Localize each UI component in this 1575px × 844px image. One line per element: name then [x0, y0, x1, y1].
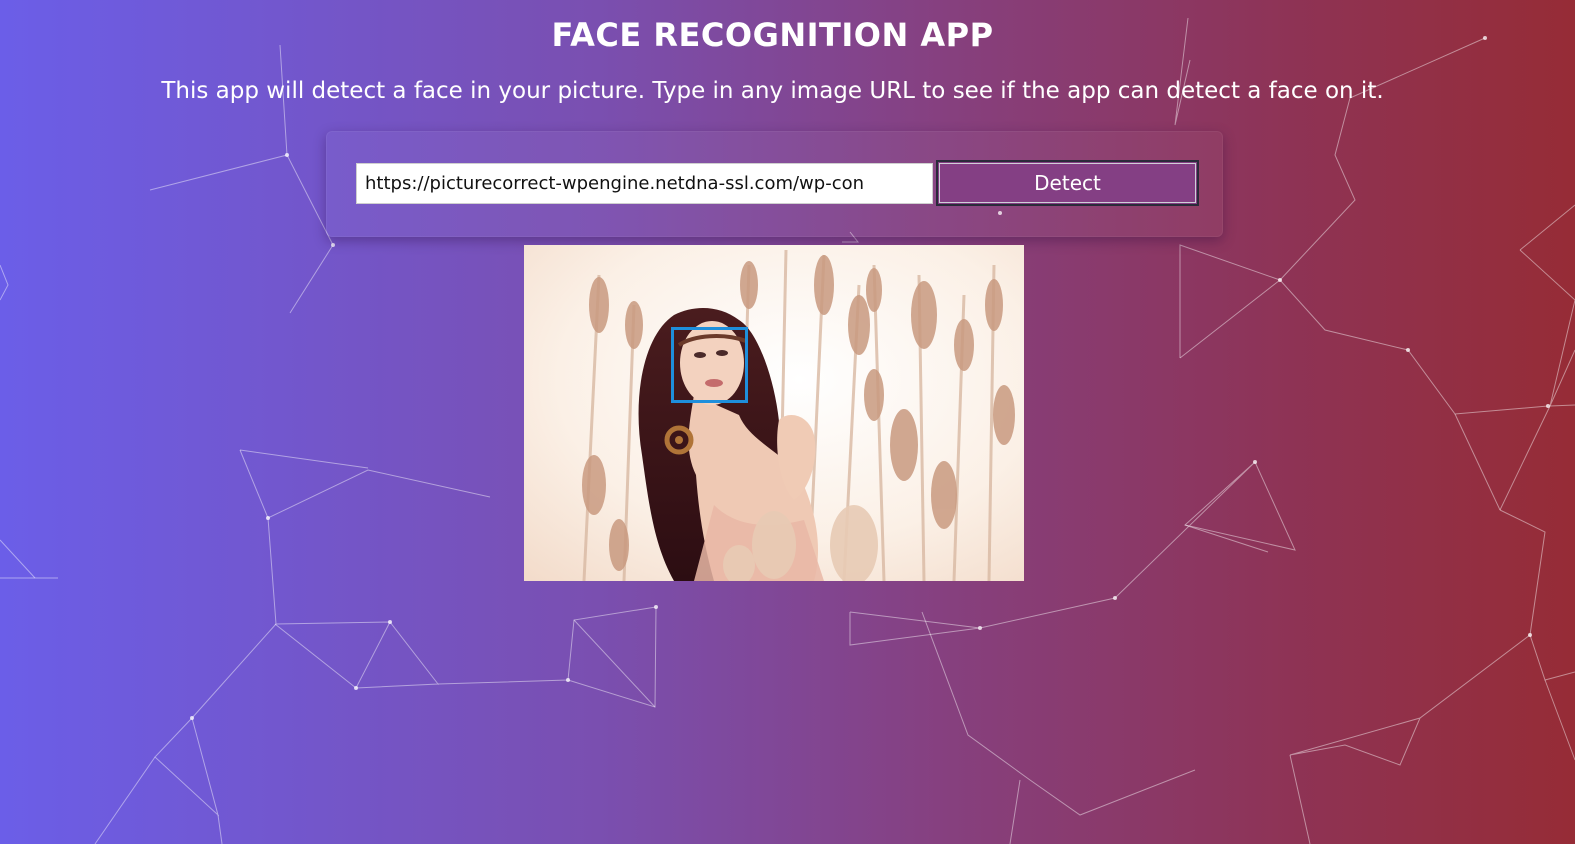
result-image — [524, 245, 1024, 581]
detect-button[interactable]: Detect — [936, 160, 1199, 206]
app-description: This app will detect a face in your pict… — [161, 78, 1384, 104]
app-title: FACE RECOGNITION APP — [551, 16, 994, 54]
face-bounding-box — [671, 327, 748, 403]
image-url-input[interactable] — [356, 163, 933, 204]
woman-in-grass-photo — [524, 245, 1024, 581]
